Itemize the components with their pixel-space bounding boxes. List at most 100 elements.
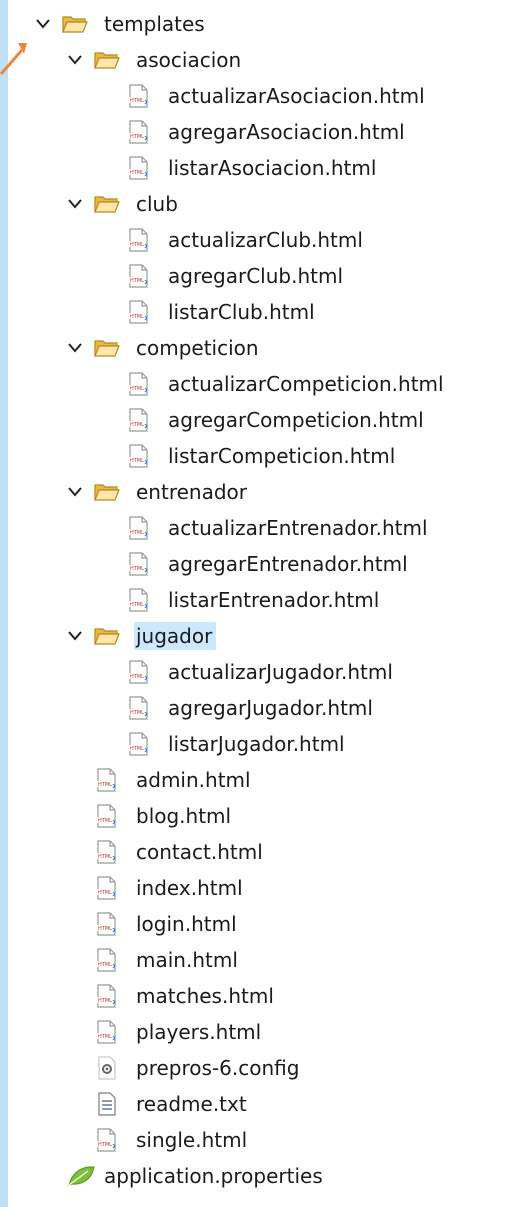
chevron-down-icon[interactable] [32,13,54,35]
tree-item-label: login.html [136,912,237,936]
svg-text:HTML: HTML [98,854,112,860]
html-file-icon: HTML [124,120,154,144]
svg-text:HTML: HTML [130,134,144,140]
tree-item-label: main.html [136,948,238,972]
tree-item-label: actualizarAsociacion.html [168,84,425,108]
html-file-icon: HTML [92,912,122,936]
svg-text:HTML: HTML [98,1142,112,1148]
html-file-icon: HTML [124,228,154,252]
html-file-icon: HTML [124,588,154,612]
tree-file-item[interactable]: HTML actualizarCompeticion.html [8,370,505,398]
tree-item-label: application.properties [104,1164,323,1188]
tree-file-item[interactable]: HTML main.html [8,946,505,974]
svg-text:HTML: HTML [98,998,112,1004]
tree-item-label: listarClub.html [168,300,315,324]
tree-file-item[interactable]: HTML actualizarEntrenador.html [8,514,505,542]
tree-file-item[interactable]: HTML matches.html [8,982,505,1010]
tree-item-label: agregarClub.html [168,264,344,288]
tree-folder-templates[interactable]: templates [8,10,505,38]
tree-item-label: agregarJugador.html [168,696,373,720]
folder-icon [92,48,122,72]
tree-item-label: admin.html [136,768,251,792]
tree-file-item[interactable]: HTML blog.html [8,802,505,830]
tree-file-item[interactable]: HTML listarAsociacion.html [8,154,505,182]
html-file-icon: HTML [124,444,154,468]
tree-file-item[interactable]: HTML listarEntrenador.html [8,586,505,614]
tree-file-item[interactable]: HTML admin.html [8,766,505,794]
tree-file-item[interactable]: HTML listarCompeticion.html [8,442,505,470]
tree-file-item[interactable]: HTML actualizarClub.html [8,226,505,254]
tree-file-item[interactable]: HTML agregarClub.html [8,262,505,290]
chevron-down-icon[interactable] [64,337,86,359]
svg-text:HTML: HTML [130,386,144,392]
chevron-down-icon[interactable] [64,481,86,503]
tree-file-item[interactable]: HTML players.html [8,1018,505,1046]
tree-file-item[interactable]: HTML listarClub.html [8,298,505,326]
tree-item-label: agregarEntrenador.html [168,552,408,576]
svg-text:HTML: HTML [130,170,144,176]
svg-text:HTML: HTML [98,782,112,788]
tree-file-item[interactable]: application.properties [8,1162,505,1190]
html-file-icon: HTML [92,1020,122,1044]
tree-file-item[interactable]: HTML agregarAsociacion.html [8,118,505,146]
tree-item-label: index.html [136,876,243,900]
svg-text:HTML: HTML [130,242,144,248]
tree-item-label: actualizarCompeticion.html [168,372,444,396]
tree-item-label: templates [104,12,205,36]
text-file-icon [92,1092,122,1116]
html-file-icon: HTML [124,660,154,684]
svg-text:HTML: HTML [130,602,144,608]
tree-item-label: listarEntrenador.html [168,588,380,612]
tree-item-label: actualizarClub.html [168,228,363,252]
svg-text:HTML: HTML [98,962,112,968]
tree-item-label: jugador [134,622,217,650]
tree-folder-jugador[interactable]: jugador [8,622,505,650]
tree-folder-club[interactable]: club [8,190,505,218]
project-explorer-tree: templates asociacion HTML actualizarAsoc… [8,0,505,1207]
svg-text:HTML: HTML [130,314,144,320]
chevron-down-icon[interactable] [64,193,86,215]
tree-item-label: asociacion [136,48,242,72]
svg-text:HTML: HTML [130,458,144,464]
tree-file-item[interactable]: readme.txt [8,1090,505,1118]
tree-file-item[interactable]: HTML listarJugador.html [8,730,505,758]
html-file-icon: HTML [124,372,154,396]
tree-file-item[interactable]: HTML contact.html [8,838,505,866]
tree-folder-entrenador[interactable]: entrenador [8,478,505,506]
tree-folder-competicion[interactable]: competicion [8,334,505,362]
html-file-icon: HTML [92,984,122,1008]
html-file-icon: HTML [92,876,122,900]
tree-file-item[interactable]: HTML agregarCompeticion.html [8,406,505,434]
properties-file-icon [66,1164,96,1188]
html-file-icon: HTML [124,264,154,288]
html-file-icon: HTML [124,552,154,576]
svg-text:HTML: HTML [130,710,144,716]
tree-file-item[interactable]: prepros-6.config [8,1054,505,1082]
svg-text:HTML: HTML [130,422,144,428]
chevron-down-icon[interactable] [64,49,86,71]
config-file-icon [92,1056,122,1080]
tree-item-label: prepros-6.config [136,1056,300,1080]
tree-item-label: listarJugador.html [168,732,345,756]
tree-item-label: actualizarEntrenador.html [168,516,428,540]
tree-file-item[interactable]: HTML actualizarJugador.html [8,658,505,686]
html-file-icon: HTML [92,768,122,792]
svg-text:HTML: HTML [130,278,144,284]
tree-file-item[interactable]: HTML single.html [8,1126,505,1154]
tree-folder-asociacion[interactable]: asociacion [8,46,505,74]
html-file-icon: HTML [92,948,122,972]
tree-file-item[interactable]: HTML login.html [8,910,505,938]
chevron-down-icon[interactable] [64,625,86,647]
tree-item-label: matches.html [136,984,274,1008]
tree-item-label: competicion [136,336,259,360]
folder-icon [92,336,122,360]
tree-item-label: players.html [136,1020,262,1044]
annotation-arrow-icon [0,43,27,75]
tree-file-item[interactable]: HTML index.html [8,874,505,902]
svg-text:HTML: HTML [130,566,144,572]
html-file-icon: HTML [124,408,154,432]
tree-file-item[interactable]: HTML agregarEntrenador.html [8,550,505,578]
tree-file-item[interactable]: HTML agregarJugador.html [8,694,505,722]
svg-text:HTML: HTML [98,926,112,932]
tree-file-item[interactable]: HTML actualizarAsociacion.html [8,82,505,110]
